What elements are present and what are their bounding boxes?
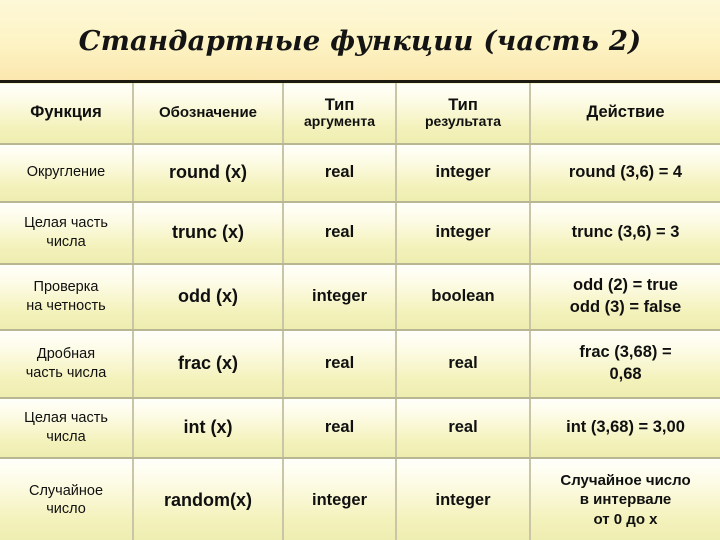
cell-action-line: int (3,68) = 3,00 [566,417,685,436]
cell-action: int (3,68) = 3,00 [530,397,720,459]
cell-function: Целая часть числа [0,201,134,265]
page-title: Стандартные функции (часть 2) [78,25,642,58]
cell-notation: frac (x) [133,329,284,399]
cell-argument-type: integer [283,263,397,331]
cell-action-line: 0,68 [609,364,642,383]
cell-function-line: Округление [26,164,106,181]
cell-action: frac (3,68) = 0,68 [530,329,720,399]
cell-action-line: odd (3) = false [569,297,682,316]
cell-argument-type: real [283,143,397,203]
cell-function-line: часть числа [25,364,107,381]
table-body: Округление round (x) real integer round (3,6… [0,143,720,540]
cell-result-type: boolean [396,263,531,331]
cell-function: Округление [0,143,134,203]
cell-notation: int (x) [133,397,284,459]
column-header-argument-type: Тип аргумента [283,81,397,145]
table-row: Случайное число random(x) integer integer Слу… [0,457,720,540]
cell-function-line: Целая часть [24,410,108,427]
cell-function-line: числа [46,233,86,250]
cell-notation: round (x) [133,143,284,203]
cell-action: Случайное число в интервале от 0 до х [530,457,720,540]
cell-function-line: на четность [26,297,106,314]
cell-result-type: integer [396,457,531,540]
cell-action-line: frac (3,68) = [579,343,672,362]
cell-result-type: real [396,329,531,399]
cell-notation: random(x) [133,457,284,540]
column-header-argument-type-line2: аргумента [303,113,375,130]
cell-argument-type: real [283,329,397,399]
table-row: Целая часть числа trunc (x) real integer trun… [0,201,720,265]
column-header-result-type-line1: Тип [448,95,478,114]
cell-action-line: Случайное число [560,471,691,489]
table-row: Целая часть числа int (x) real real int (3,68… [0,397,720,459]
table-row: Проверка на четность odd (x) integer boolean… [0,263,720,331]
cell-result-type: real [396,397,531,459]
column-header-result-type: Тип результата [396,81,531,145]
cell-function-line: Целая часть [24,215,108,232]
cell-function: Проверка на четность [0,263,134,331]
table-header-row: Функция Обозначение Тип аргумента Тип ре… [0,81,720,145]
cell-function: Дробная часть числа [0,329,134,399]
title-band: Стандартные функции (часть 2) [0,0,720,80]
cell-action: round (3,6) = 4 [530,143,720,203]
cell-function-line: числа [46,428,86,445]
cell-argument-type: real [283,397,397,459]
table-row: Дробная часть числа frac (x) real real frac (… [0,329,720,399]
cell-function-line: число [46,501,86,517]
slide-canvas: Стандартные функции (часть 2) Функция Об… [0,0,720,540]
cell-result-type: integer [396,143,531,203]
cell-argument-type: real [283,201,397,265]
column-header-argument-type-line1: Тип [324,95,355,114]
cell-function-line: Случайное [28,482,104,499]
cell-function-line: Дробная [36,346,96,363]
cell-notation: trunc (x) [133,201,284,265]
cell-function-line: Проверка [33,279,99,296]
cell-action-line: trunc (3,6) = 3 [571,222,680,241]
table-row: Округление round (x) real integer round (3,6… [0,143,720,203]
cell-action: trunc (3,6) = 3 [530,201,720,265]
column-header-result-type-line2: результата [424,113,502,130]
cell-action-line: round (3,6) = 4 [568,162,683,181]
cell-action-line: от 0 до х [593,510,658,528]
cell-function: Случайное число [0,457,134,540]
cell-action: odd (2) = true odd (3) = false [530,263,720,331]
column-header-action: Действие [530,81,720,145]
cell-argument-type: integer [283,457,397,540]
cell-action-line: в интервале [579,491,672,509]
cell-action-line: odd (2) = true [573,276,678,295]
column-header-notation: Обозначение [133,81,284,145]
table-header: Функция Обозначение Тип аргумента Тип ре… [0,81,720,145]
column-header-function: Функция [0,81,134,145]
cell-notation: odd (x) [133,263,284,331]
standard-functions-table: Функция Обозначение Тип аргумента Тип ре… [0,80,720,540]
cell-result-type: integer [396,201,531,265]
cell-function: Целая часть числа [0,397,134,459]
